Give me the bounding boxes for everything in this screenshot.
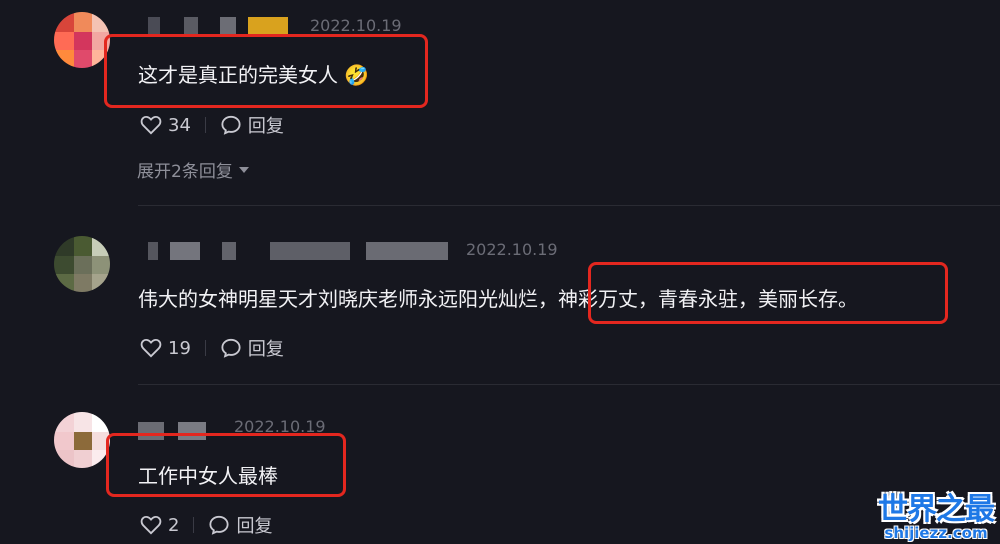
- comment-actions: 2 回复: [140, 512, 272, 538]
- highlight-box-comment-1: [104, 34, 428, 108]
- like-button[interactable]: 2: [140, 515, 179, 536]
- divider: [204, 340, 206, 356]
- reply-button[interactable]: 回复: [220, 112, 284, 138]
- comment-actions: 19 回复: [140, 335, 284, 361]
- reply-button[interactable]: 回复: [220, 335, 284, 361]
- reply-bubble-icon: [221, 338, 241, 358]
- expand-replies-label: 展开2条回复: [137, 162, 233, 182]
- reply-label: 回复: [247, 339, 284, 360]
- reply-button[interactable]: 回复: [208, 512, 272, 538]
- reply-label: 回复: [236, 516, 273, 537]
- like-count: 34: [168, 114, 191, 136]
- username-blurred[interactable]: [148, 242, 458, 260]
- heart-icon: [140, 115, 162, 135]
- highlight-box-comment-2: [588, 262, 948, 324]
- expand-replies-button[interactable]: 展开2条回复: [137, 157, 249, 182]
- username-blurred[interactable]: [148, 17, 298, 35]
- reply-bubble-icon: [209, 515, 229, 535]
- watermark-url: shijiezz.com: [884, 524, 988, 542]
- comment-date: 2022.10.19: [310, 16, 402, 35]
- caret-down-icon: [238, 166, 249, 173]
- avatar[interactable]: [54, 236, 110, 292]
- watermark-title: 世界之最: [878, 492, 995, 527]
- heart-icon: [140, 338, 162, 358]
- like-button[interactable]: 34: [140, 115, 191, 136]
- avatar[interactable]: [54, 12, 110, 68]
- heart-icon: [140, 515, 162, 535]
- avatar[interactable]: [54, 412, 110, 468]
- divider: [204, 117, 206, 133]
- comment-divider: [138, 384, 1000, 385]
- like-count: 2: [168, 514, 180, 536]
- reply-bubble-icon: [221, 115, 241, 135]
- highlight-box-comment-3: [106, 433, 346, 497]
- comment-date: 2022.10.19: [466, 240, 558, 259]
- divider: [193, 517, 195, 533]
- reply-label: 回复: [247, 116, 284, 137]
- comment-divider: [138, 205, 1000, 206]
- like-count: 19: [168, 337, 191, 359]
- like-button[interactable]: 19: [140, 338, 191, 359]
- comment-actions: 34 回复: [140, 112, 284, 138]
- watermark-logo: 世界之最 shijiezz.com: [878, 484, 995, 542]
